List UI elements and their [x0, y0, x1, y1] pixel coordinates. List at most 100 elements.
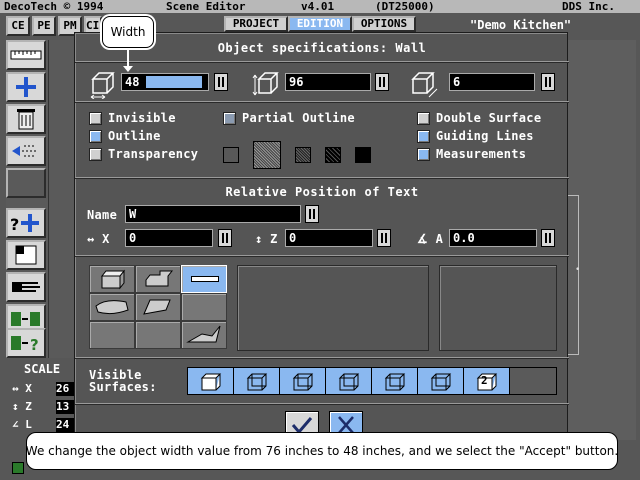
tab-options[interactable]: OPTIONS: [352, 16, 416, 32]
surface-buttons: 2: [187, 367, 557, 395]
x-position-button[interactable]: [218, 229, 232, 247]
swatch-dark[interactable]: [325, 147, 341, 163]
angle-value: 0.0: [453, 231, 475, 245]
surface-button-2[interactable]: [234, 368, 280, 394]
swap-tool[interactable]: ?: [6, 208, 46, 238]
version-label: v4.01: [301, 0, 335, 13]
hand-tool[interactable]: [6, 272, 46, 302]
company-label: DDS Inc.: [562, 0, 615, 13]
z-position-button[interactable]: [377, 229, 391, 247]
shape-empty-2[interactable]: [89, 321, 135, 349]
empty-tool-1[interactable]: [6, 168, 46, 198]
height-icon: [251, 69, 281, 102]
angle-button[interactable]: [541, 229, 555, 247]
angle-label: ∡ A: [417, 232, 444, 246]
ruler-tool[interactable]: [6, 40, 46, 70]
surface-button-5[interactable]: [372, 368, 418, 394]
width-icon: [89, 69, 119, 102]
measurements-check-box[interactable]: [417, 147, 430, 161]
tutorial-caption-text: We change the object width value from 76…: [25, 444, 619, 458]
scale-title: SCALE: [24, 362, 61, 376]
depth-icon: [409, 69, 439, 102]
add-tool[interactable]: [6, 72, 46, 102]
name-edit-button[interactable]: [305, 205, 319, 223]
guiding-lines-check-box[interactable]: [417, 129, 430, 143]
svg-text:?: ?: [30, 336, 39, 354]
width-callout-arrowhead: [123, 66, 133, 72]
shape-empty-1[interactable]: [181, 293, 227, 321]
partial-outline-check-box[interactable]: [223, 111, 236, 125]
x-position-input[interactable]: 0: [125, 229, 213, 247]
surface-button-8[interactable]: [510, 368, 556, 394]
double-surface-checkbox[interactable]: Double Surface: [417, 111, 541, 125]
transparency-checkbox[interactable]: Transparency: [89, 147, 198, 161]
editor-canvas[interactable]: •: [566, 40, 636, 440]
question-plus-icon: ?: [10, 214, 39, 234]
wedge-shape-icon: [143, 299, 171, 315]
transparency-swatches: [223, 141, 371, 169]
outline-check-box[interactable]: [89, 129, 102, 143]
height-stepper-button[interactable]: [375, 73, 389, 91]
width-callout: Width: [102, 16, 154, 48]
surface-button-3[interactable]: [280, 368, 326, 394]
width-value: 48: [125, 75, 140, 89]
swatch-medium[interactable]: [295, 147, 311, 163]
tab-project[interactable]: PROJECT: [224, 16, 288, 32]
surface-cube-icon: [338, 373, 359, 391]
preview-panel-2: [439, 265, 557, 351]
shape-cube[interactable]: [89, 265, 135, 293]
transparency-label: Transparency: [108, 147, 199, 161]
width-stepper-button[interactable]: [214, 73, 228, 91]
door-icon: [15, 245, 37, 265]
invisible-check-box[interactable]: [89, 111, 102, 125]
surface-button-4[interactable]: [326, 368, 372, 394]
shape-wedge[interactable]: [135, 293, 181, 321]
z-label-text: Z: [270, 232, 278, 246]
plus-icon: [16, 77, 36, 97]
swatch-solid[interactable]: [355, 147, 371, 163]
grid-query-tool[interactable]: ?: [6, 328, 46, 358]
measurements-checkbox[interactable]: Measurements: [417, 147, 526, 161]
swatch-empty[interactable]: [223, 147, 239, 163]
name-input[interactable]: W: [125, 205, 301, 223]
shape-curved[interactable]: [89, 293, 135, 321]
invisible-label: Invisible: [108, 111, 176, 125]
partial-outline-checkbox[interactable]: Partial Outline: [223, 111, 355, 125]
outline-checkbox[interactable]: Outline: [89, 129, 161, 143]
angle-input[interactable]: 0.0: [449, 229, 537, 247]
surface-button-6[interactable]: [418, 368, 464, 394]
double-surface-check-box[interactable]: [417, 111, 430, 125]
x-label-text: X: [102, 232, 110, 246]
right-tab-bar: PROJECT EDITION OPTIONS: [224, 16, 416, 32]
tab-pe[interactable]: PE: [32, 16, 56, 36]
surface-button-1[interactable]: [188, 368, 234, 394]
depth-stepper-button[interactable]: [541, 73, 555, 91]
speaker-tool[interactable]: [6, 136, 46, 166]
z-position-input[interactable]: 0: [285, 229, 373, 247]
height-input[interactable]: 96: [285, 73, 371, 91]
depth-input[interactable]: 6: [449, 73, 535, 91]
swatch-light[interactable]: [253, 141, 281, 169]
shape-step[interactable]: [135, 265, 181, 293]
shape-freeform[interactable]: [181, 321, 227, 349]
tab-ce[interactable]: CE: [6, 16, 30, 36]
transparency-check-box[interactable]: [89, 147, 102, 161]
width-input[interactable]: 48: [121, 73, 209, 91]
surface-count: 2: [481, 374, 488, 387]
surface-cube-icon: [200, 373, 221, 391]
invisible-checkbox[interactable]: Invisible: [89, 111, 176, 125]
shape-flat[interactable]: [181, 265, 227, 293]
surface-button-7[interactable]: 2: [464, 368, 510, 394]
scale-l-value: 24: [56, 418, 74, 432]
measurements-label: Measurements: [436, 147, 527, 161]
shape-empty-3[interactable]: [135, 321, 181, 349]
scale-panel: SCALE ↔ X 26 ↕ Z 13 ∠ L 24: [10, 360, 74, 440]
tab-edition[interactable]: EDITION: [288, 16, 352, 32]
object-specs-dialog: Object specifications: Wall 48 96 6 Invi…: [74, 32, 569, 440]
scale-x-value: 26: [56, 382, 74, 396]
angle-label-text: A: [435, 232, 444, 246]
door-tool[interactable]: [6, 240, 46, 270]
name-label: Name: [87, 208, 118, 222]
guiding-lines-checkbox[interactable]: Guiding Lines: [417, 129, 534, 143]
delete-tool[interactable]: [6, 104, 46, 134]
